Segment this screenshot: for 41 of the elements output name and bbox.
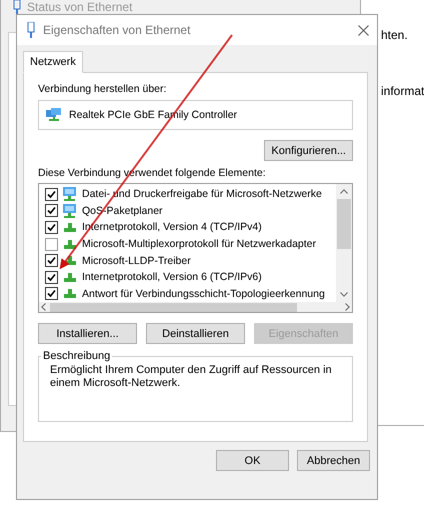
item-label[interactable]: Antwort für Verbindungsschicht-Topologieerkennung [82, 288, 325, 300]
checkbox[interactable] [45, 204, 58, 218]
window-title: Eigenschaften von Ethernet [43, 23, 192, 37]
dialog-button[interactable]: OK [216, 450, 289, 471]
background-text: hten. [381, 28, 409, 42]
scroll-up-icon[interactable] [340, 189, 348, 194]
network-adapter-icon [46, 108, 62, 122]
item-label[interactable]: Internetprotokoll, Version 6 (TCP/IPv6) [82, 271, 262, 284]
adapter-icon [27, 22, 35, 38]
scroll-left-icon[interactable] [41, 303, 46, 311]
checkbox[interactable] [45, 287, 58, 300]
tab[interactable]: Netzwerk [23, 51, 83, 73]
checkbox[interactable] [45, 238, 58, 251]
close-icon[interactable] [358, 24, 369, 36]
item-label[interactable]: Microsoft-LLDP-Treiber [82, 254, 191, 267]
protocol-icon [64, 289, 76, 298]
background-text: informat [381, 84, 424, 98]
action-button[interactable]: Deinstallieren [146, 323, 245, 344]
horizontal-scrollbar[interactable] [39, 302, 352, 312]
protocol-icon [64, 272, 76, 282]
vertical-scrollbar[interactable] [336, 184, 352, 302]
checkbox[interactable] [45, 254, 58, 268]
connect-label: Verbindung herstellen über: [38, 83, 168, 95]
description-text: Ermöglicht Ihrem Computer den Zugriff auf Ressourcen in einem Microsoft-Netzwerk. [50, 364, 333, 390]
protocol-icon [64, 222, 76, 232]
action-button[interactable]: Installieren... [38, 323, 137, 344]
protocol-icon [64, 256, 76, 266]
dialog-button[interactable]: Abbrechen [297, 450, 370, 471]
network-computer-icon [62, 202, 78, 219]
checkbox[interactable] [45, 270, 58, 284]
group-label: Beschreibung [42, 350, 112, 362]
checkbox[interactable] [45, 188, 58, 201]
checkbox[interactable] [45, 220, 58, 234]
adapter-icon [13, 0, 21, 14]
configure-button[interactable]: Konfigurieren... [264, 140, 353, 161]
window-title: Status von Ethernet [27, 0, 132, 14]
network-computer-icon [62, 186, 78, 202]
protocol-icon [64, 240, 76, 249]
scroll-right-icon[interactable] [345, 303, 350, 311]
item-label[interactable]: Microsoft-Multiplexorprotokoll für Netzwerkadapter [82, 238, 316, 250]
scroll-down-icon[interactable] [340, 292, 348, 297]
